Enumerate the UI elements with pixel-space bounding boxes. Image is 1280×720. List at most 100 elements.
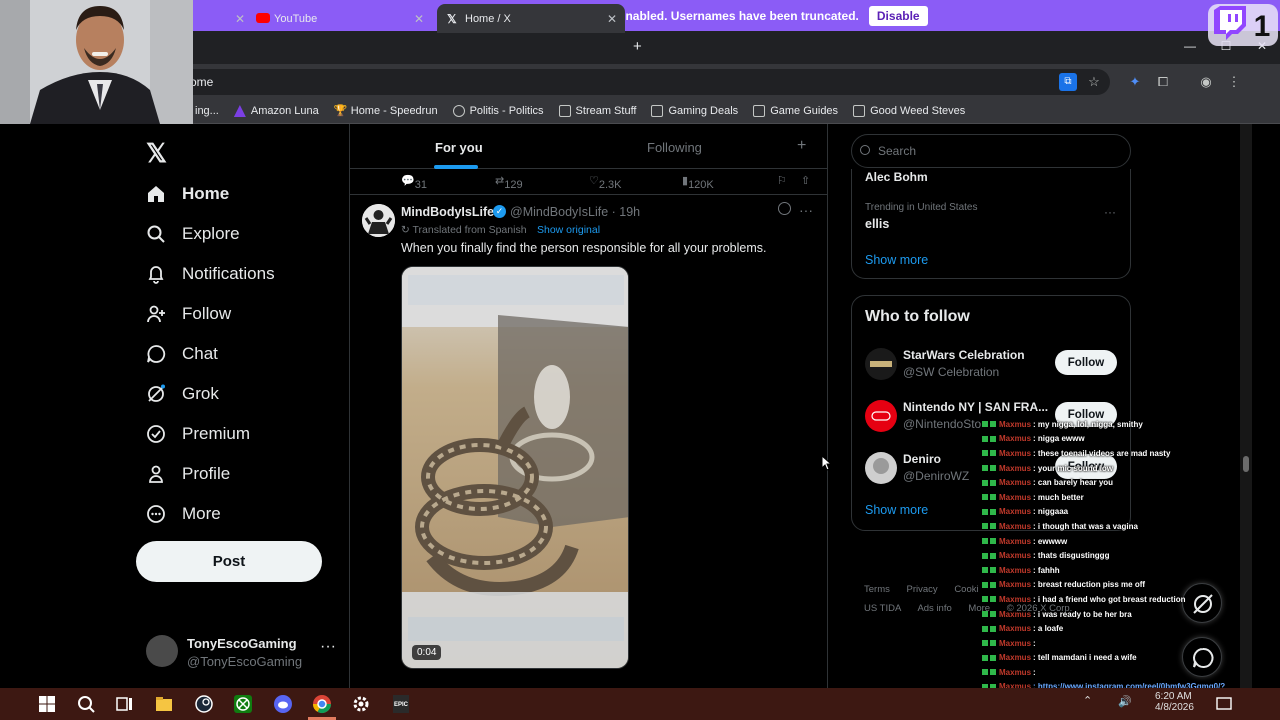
tweet-author-handle[interactable]: @MindBodyIsLife · 19h xyxy=(510,205,640,219)
address-bar[interactable]: ome xyxy=(150,69,1110,95)
menu-kebab-icon[interactable]: ⋮ xyxy=(1225,73,1243,91)
nav-profile[interactable]: Profile xyxy=(146,460,230,488)
nav-home[interactable]: Home xyxy=(146,180,229,208)
footer-link-accessibility[interactable]: US TIDA xyxy=(864,603,901,614)
tab-home-x[interactable]: 𝕏 Home / X ✕ xyxy=(437,4,625,33)
bookmark-politics[interactable]: Politis - Politics xyxy=(452,105,544,117)
tab-youtube[interactable]: YouTube ✕ xyxy=(246,4,432,33)
follow-button[interactable]: Follow xyxy=(1055,350,1117,375)
search-input[interactable]: Search xyxy=(851,134,1131,168)
chat-username: Maxmus xyxy=(999,638,1032,648)
clock-date: 4/8/2026 xyxy=(1155,702,1194,713)
twitch-icon: 1 xyxy=(1208,4,1278,46)
steam-icon[interactable] xyxy=(193,693,215,715)
cast-icon[interactable]: ⧉ xyxy=(1059,73,1077,91)
file-explorer-icon[interactable] xyxy=(153,693,175,715)
tweet-video[interactable]: 0:04 xyxy=(401,266,629,669)
nav-explore[interactable]: Explore xyxy=(146,220,240,248)
bookmark-item[interactable]: ing... xyxy=(195,105,219,117)
show-original-link[interactable]: Show original xyxy=(537,224,600,236)
minimize-icon[interactable]: — xyxy=(1172,31,1208,64)
nav-follow[interactable]: Follow xyxy=(146,300,231,328)
who-to-follow-show-more-link[interactable]: Show more xyxy=(865,503,928,517)
trend-item-name[interactable]: ellis xyxy=(865,217,889,231)
bookmark-folder-good-weed-steves[interactable]: Good Weed Steves xyxy=(853,105,965,117)
task-view-icon[interactable] xyxy=(113,693,135,715)
reply-action[interactable]: 💬 31 xyxy=(401,174,427,191)
nav-premium[interactable]: Premium xyxy=(146,420,250,448)
nav-notifications[interactable]: Notifications xyxy=(146,260,275,288)
folder-icon xyxy=(558,105,571,117)
tab-following[interactable]: Following xyxy=(647,140,702,155)
star-icon[interactable]: ☆ xyxy=(1085,73,1103,91)
bookmark-label: Home - Speedrun xyxy=(350,105,438,117)
notifications-icon[interactable] xyxy=(1215,695,1233,713)
close-icon[interactable]: ✕ xyxy=(607,12,617,26)
tab-for-you[interactable]: For you xyxy=(435,140,483,155)
extension-badge-icon[interactable]: ✦ xyxy=(1126,73,1144,91)
more-dots-icon[interactable]: ··· xyxy=(320,638,336,656)
trends-show-more-link[interactable]: Show more xyxy=(865,253,928,267)
tweet[interactable]: MindBodyIsLife ✓ @MindBodyIsLife · 19h ·… xyxy=(350,196,828,688)
more-dots-icon[interactable]: ··· xyxy=(799,202,813,218)
chat-message: Maxmus: much better xyxy=(982,490,1280,505)
settings-gear-icon[interactable] xyxy=(350,693,372,715)
close-icon[interactable]: ✕ xyxy=(414,12,424,26)
nav-more[interactable]: More xyxy=(146,500,221,528)
volume-icon[interactable]: 🔊 xyxy=(1118,695,1132,708)
bookmark-folder-game-guides[interactable]: Game Guides xyxy=(753,105,838,117)
nav-label: Home xyxy=(182,184,230,203)
chat-badge-icon xyxy=(990,508,996,515)
bookmark-label: Amazon Luna xyxy=(250,105,319,117)
windows-start-icon[interactable] xyxy=(36,693,58,715)
chat-message: Maxmus: these toenail videos are mad nas… xyxy=(982,446,1280,461)
grok-explain-icon[interactable] xyxy=(778,202,791,215)
chat-text: : can barely hear you xyxy=(1033,478,1114,488)
profile-avatar-icon[interactable]: ◉ xyxy=(1197,73,1215,91)
chevron-up-icon[interactable]: ⌃ xyxy=(1083,694,1092,707)
nav-chat[interactable]: Chat xyxy=(146,340,218,368)
chat-username: Maxmus xyxy=(999,463,1032,473)
avatar[interactable] xyxy=(362,204,395,237)
chat-badge-icon xyxy=(990,654,996,661)
taskbar-clock[interactable]: 6:20 AM 4/8/2026 xyxy=(1155,691,1194,713)
share-icon[interactable]: ⇧ xyxy=(801,174,810,187)
folder-icon xyxy=(651,105,664,117)
new-tab-icon[interactable]: + xyxy=(633,38,642,55)
xbox-icon[interactable] xyxy=(232,693,254,715)
footer-link-privacy[interactable]: Privacy xyxy=(907,584,938,595)
account-switcher[interactable]: TonyEscoGaming @TonyEscoGaming ··· xyxy=(146,630,336,670)
bookmark-icon[interactable]: ⚐ xyxy=(777,174,787,187)
tweet-author-name[interactable]: MindBodyIsLife xyxy=(401,205,494,219)
search-icon[interactable] xyxy=(75,693,97,715)
chat-message: Maxmus: niggaaa xyxy=(982,505,1280,520)
follow-suggestion[interactable]: StarWars Celebration @SW Celebration Fol… xyxy=(865,346,1120,386)
x-logo-icon[interactable]: 𝕏 xyxy=(146,138,167,169)
views-action[interactable]: ▮ 120K xyxy=(682,174,714,191)
post-button[interactable]: Post xyxy=(136,541,322,582)
chat-text: : your mic sound low xyxy=(1033,463,1114,473)
add-tab-icon[interactable]: + xyxy=(797,137,806,155)
close-icon[interactable]: ✕ xyxy=(235,12,245,26)
bell-icon xyxy=(146,264,166,284)
bookmark-folder-gaming-deals[interactable]: Gaming Deals xyxy=(651,105,738,117)
chrome-icon[interactable] xyxy=(311,693,333,715)
trend-item-name[interactable]: Alec Bohm xyxy=(865,170,928,184)
grok-icon xyxy=(146,384,166,404)
bookmark-amazon-luna[interactable]: Amazon Luna xyxy=(233,105,319,117)
luna-icon xyxy=(233,105,246,117)
footer-link-ads-info[interactable]: Ads info xyxy=(917,603,951,614)
extensions-icon[interactable]: ⧠ xyxy=(1154,73,1172,91)
tab-1[interactable]: ✕ xyxy=(193,4,253,33)
footer-link-cookies[interactable]: Cooki xyxy=(954,584,978,595)
more-dots-icon[interactable]: ··· xyxy=(1104,205,1116,219)
repost-action[interactable]: ⇄ 129 xyxy=(495,174,523,191)
nav-grok[interactable]: Grok xyxy=(146,380,219,408)
bookmark-folder-stream-stuff[interactable]: Stream Stuff xyxy=(558,105,636,117)
like-action[interactable]: ♡ 2.3K xyxy=(589,174,622,191)
epic-games-icon[interactable]: EPIC xyxy=(390,693,412,715)
bookmark-speedrun[interactable]: 🏆 Home - Speedrun xyxy=(334,105,438,117)
discord-icon[interactable] xyxy=(272,693,294,715)
footer-link-terms[interactable]: Terms xyxy=(864,584,890,595)
disable-streamer-mode-button[interactable]: Disable xyxy=(868,5,928,26)
